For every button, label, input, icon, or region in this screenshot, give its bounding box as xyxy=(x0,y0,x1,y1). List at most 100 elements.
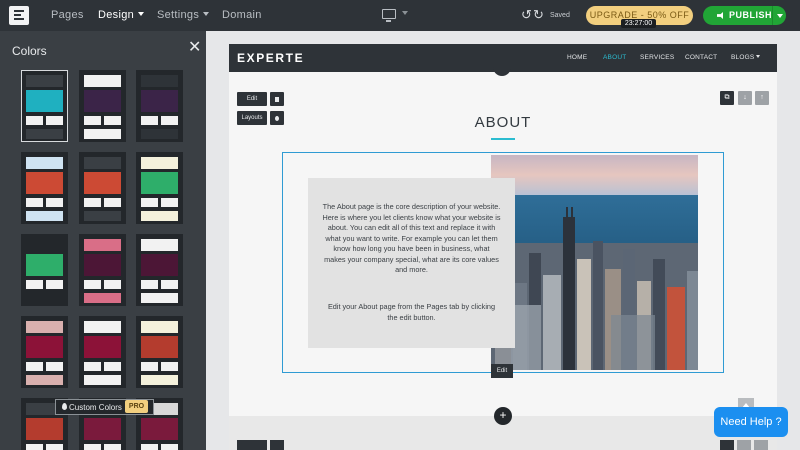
scheme-header xyxy=(141,157,178,169)
about-paragraph-2[interactable]: Edit your About page from the Pages tab … xyxy=(322,302,501,323)
color-scheme-4[interactable] xyxy=(21,152,68,224)
close-icon[interactable]: ✕ xyxy=(188,37,201,57)
scheme-header xyxy=(26,157,63,169)
nav-domain[interactable]: Domain xyxy=(222,0,262,31)
site-nav-home[interactable]: HOME xyxy=(567,44,587,72)
image-edit-button[interactable]: Edit xyxy=(491,364,513,378)
undo-icon[interactable]: ↺ xyxy=(521,7,532,23)
scheme-swatch xyxy=(46,362,63,371)
droplet-icon xyxy=(62,403,67,410)
scheme-swatch xyxy=(161,362,178,371)
site-nav-about[interactable]: ABOUT xyxy=(603,44,626,72)
scheme-main xyxy=(26,90,63,112)
section-edit-button[interactable] xyxy=(237,440,267,450)
duplicate-section-button[interactable] xyxy=(720,440,734,450)
color-scheme-10[interactable] xyxy=(21,316,68,388)
scheme-swatch xyxy=(161,280,178,289)
scheme-footer xyxy=(141,293,178,303)
trash-icon xyxy=(275,97,279,102)
scheme-header xyxy=(84,239,121,251)
scheme-swatch xyxy=(84,362,101,371)
site-nav-contact[interactable]: CONTACT xyxy=(685,44,717,72)
scheme-swatch xyxy=(26,116,43,125)
chevron-down-icon xyxy=(203,12,210,16)
color-scheme-11[interactable] xyxy=(79,316,126,388)
city-skyline-image[interactable] xyxy=(491,155,698,370)
scheme-swatch xyxy=(141,362,158,371)
nav-settings-label: Settings xyxy=(157,9,200,21)
scheme-main xyxy=(141,172,178,194)
scheme-main xyxy=(84,336,121,358)
color-scheme-12[interactable] xyxy=(136,316,183,388)
section-title[interactable]: ABOUT xyxy=(229,114,777,131)
scheme-footer xyxy=(84,129,121,139)
move-down-button[interactable]: ↓ xyxy=(738,91,752,105)
delete-section-button[interactable] xyxy=(270,440,284,450)
scheme-swatch xyxy=(46,116,63,125)
publish-label: PUBLISH xyxy=(729,10,773,20)
need-help-button[interactable]: Need Help ? xyxy=(714,407,788,437)
scheme-swatch xyxy=(26,362,43,371)
scheme-footer xyxy=(141,211,178,221)
custom-colors-label: Custom Colors xyxy=(69,403,122,412)
publish-button[interactable]: PUBLISH xyxy=(703,6,786,25)
nav-settings[interactable]: Settings xyxy=(157,0,210,31)
section-edit-button[interactable]: Edit xyxy=(237,92,267,106)
desktop-icon[interactable] xyxy=(382,9,396,22)
scheme-header xyxy=(141,75,178,87)
color-scheme-5[interactable] xyxy=(79,152,126,224)
scheme-footer xyxy=(141,375,178,385)
color-scheme-3[interactable] xyxy=(136,70,183,142)
scheme-main xyxy=(26,254,63,276)
move-up-button[interactable] xyxy=(754,440,768,450)
add-section-top[interactable] xyxy=(493,62,511,76)
scheme-footer xyxy=(26,129,63,139)
chevron-down-icon xyxy=(138,12,145,16)
countdown-timer: 23:27:00 xyxy=(621,19,656,28)
scheme-swatch xyxy=(26,198,43,207)
chevron-down-icon[interactable] xyxy=(777,14,783,18)
duplicate-section-button[interactable]: ⧉ xyxy=(720,91,734,105)
scheme-main xyxy=(141,336,178,358)
scheme-main xyxy=(26,172,63,194)
delete-section-button[interactable] xyxy=(270,92,284,106)
scheme-main xyxy=(84,418,121,440)
move-down-button[interactable] xyxy=(737,440,751,450)
scheme-swatch xyxy=(104,280,121,289)
scheme-footer xyxy=(84,375,121,385)
color-scheme-8[interactable] xyxy=(79,234,126,306)
chevron-down-icon[interactable] xyxy=(402,11,408,15)
color-scheme-1[interactable] xyxy=(21,70,68,142)
site-nav-blogs-label: BLOGS xyxy=(731,54,755,61)
color-scheme-7[interactable] xyxy=(21,234,68,306)
scheme-header xyxy=(26,321,63,333)
scheme-main xyxy=(84,172,121,194)
menu-logo-icon[interactable] xyxy=(9,6,29,25)
color-scheme-9[interactable] xyxy=(136,234,183,306)
color-scheme-2[interactable] xyxy=(79,70,126,142)
scheme-swatch xyxy=(84,116,101,125)
top-bar: Pages Design Settings Domain ↺ ↻ Saved U… xyxy=(0,0,800,31)
move-up-button[interactable]: ↑ xyxy=(755,91,769,105)
about-text-box[interactable]: The About page is the core description o… xyxy=(308,178,515,348)
redo-icon[interactable]: ↻ xyxy=(533,7,544,23)
scheme-footer xyxy=(26,375,63,385)
site-nav-blogs[interactable]: BLOGS xyxy=(731,44,761,72)
editor-canvas: EXPERTE HOME ABOUT SERVICES CONTACT BLOG… xyxy=(206,31,800,450)
site-brand[interactable]: EXPERTE xyxy=(237,51,304,65)
scheme-swatch xyxy=(141,444,158,450)
color-scheme-6[interactable] xyxy=(136,152,183,224)
scheme-footer xyxy=(26,293,63,303)
site-nav-services[interactable]: SERVICES xyxy=(640,44,674,72)
about-paragraph-1[interactable]: The About page is the core description o… xyxy=(322,202,501,276)
nav-design[interactable]: Design xyxy=(98,0,145,31)
scheme-swatch xyxy=(46,198,63,207)
scheme-swatch xyxy=(104,198,121,207)
scheme-swatch xyxy=(84,198,101,207)
scheme-swatch xyxy=(161,444,178,450)
nav-pages[interactable]: Pages xyxy=(51,0,84,31)
add-section-button[interactable]: + xyxy=(494,407,512,425)
scheme-footer xyxy=(26,211,63,221)
scheme-swatch xyxy=(161,116,178,125)
scheme-header xyxy=(84,75,121,87)
